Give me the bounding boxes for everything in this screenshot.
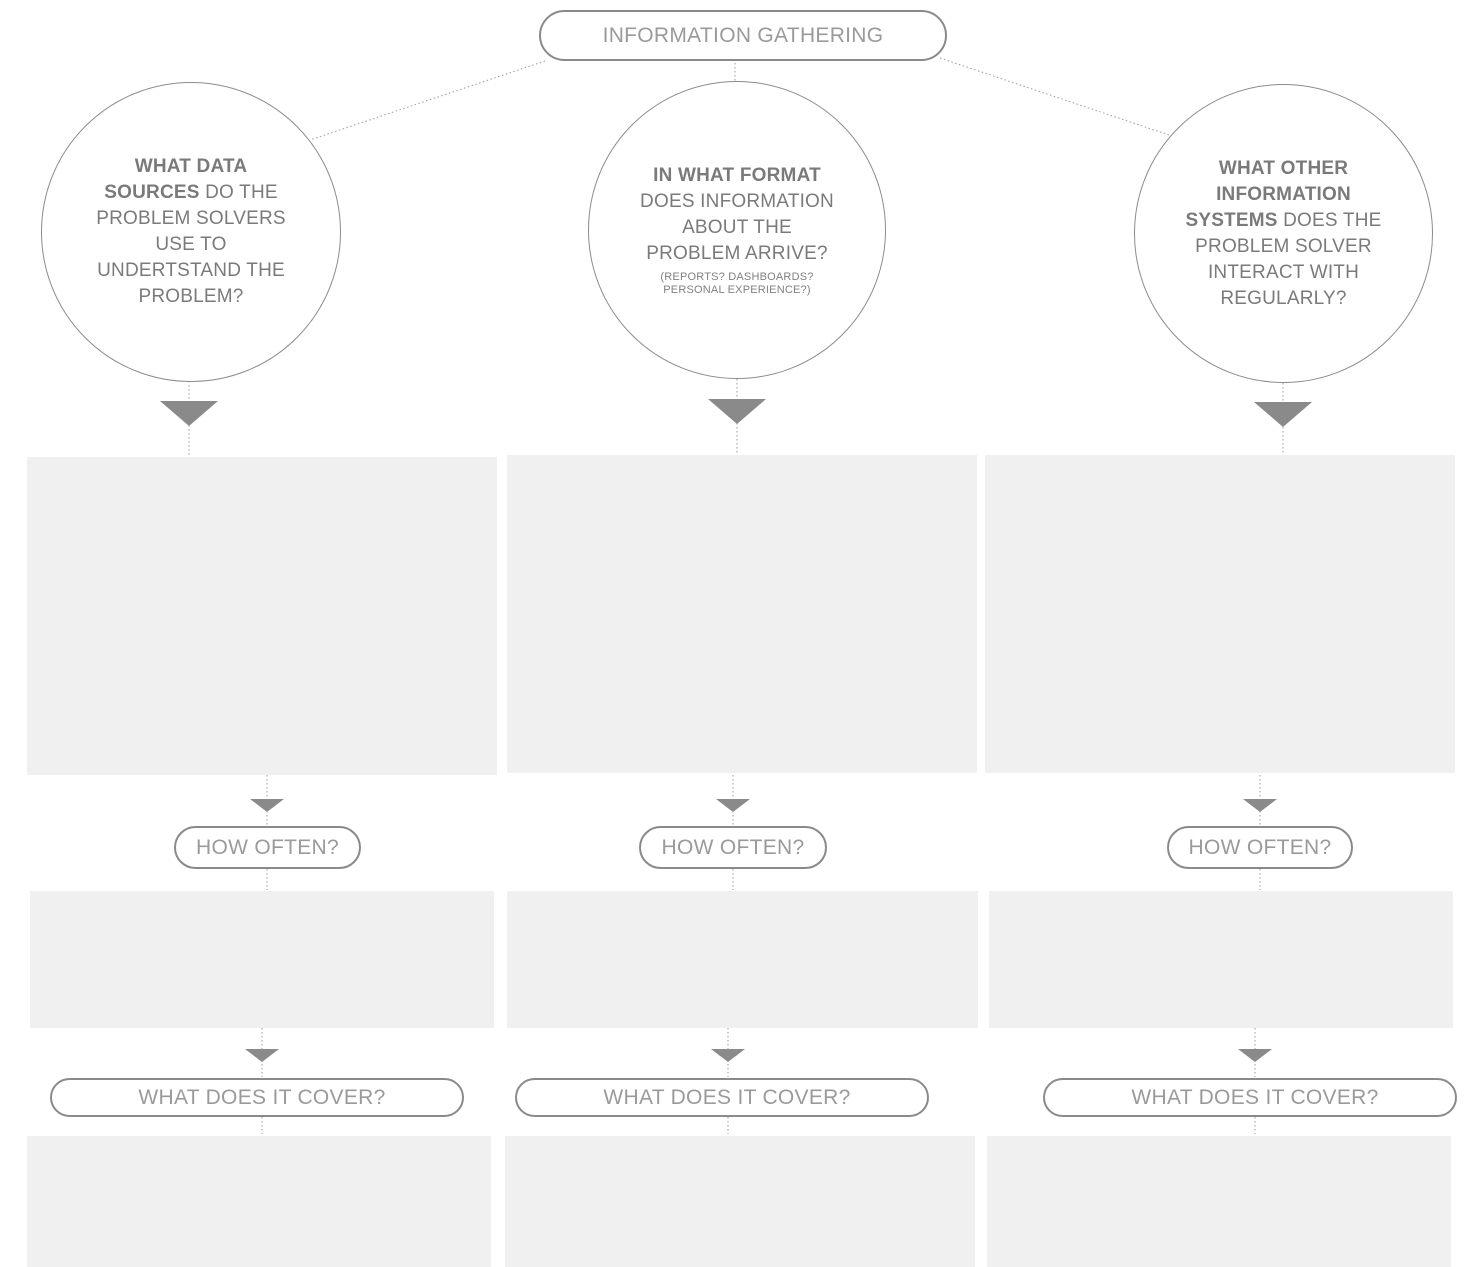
- coverage-box-1[interactable]: [27, 1136, 491, 1267]
- question-circle-other-systems: WHAT OTHER INFORMATION SYSTEMS DOES THE …: [1134, 84, 1433, 383]
- information-gathering-pill: INFORMATION GATHERING: [539, 10, 947, 61]
- question-1-line-3: PROBLEM SOLVERS: [96, 208, 286, 229]
- arrow-down-icon: [708, 399, 766, 424]
- how-often-label: HOW OFTEN?: [1188, 835, 1332, 859]
- question-1-line-2: DO THE: [199, 182, 278, 203]
- question-3-bold-systems: SYSTEMS: [1185, 209, 1278, 231]
- question-3-line-5: INTERACT WITH: [1207, 261, 1360, 283]
- how-often-label: HOW OFTEN?: [661, 835, 805, 859]
- question-3-line-4: PROBLEM SOLVER: [1195, 235, 1372, 257]
- question-3-line-1: WHAT OTHER: [1218, 157, 1349, 179]
- how-often-pill-1: HOW OFTEN?: [174, 826, 361, 869]
- question-2-line-1: IN WHAT FORMAT: [653, 165, 821, 186]
- information-gathering-label: INFORMATION GATHERING: [602, 23, 884, 47]
- question-circle-data-sources: WHAT DATA SOURCES DO THE PROBLEM SOLVERS…: [41, 82, 341, 382]
- connector-top-left: [309, 60, 546, 141]
- arrow-down-icon: [716, 799, 750, 812]
- question-1-line-1: WHAT DATA: [134, 156, 248, 177]
- how-often-pill-2: HOW OFTEN?: [639, 826, 827, 869]
- question-3-line-6: REGULARLY?: [1220, 287, 1347, 309]
- frequency-box-2[interactable]: [507, 891, 978, 1028]
- cover-label: WHAT DOES IT COVER?: [603, 1085, 851, 1109]
- question-2-line-3: ABOUT THE: [682, 217, 792, 238]
- question-circle-format: IN WHAT FORMAT DOES INFORMATION ABOUT TH…: [588, 81, 886, 379]
- question-2-line-2: DOES INFORMATION: [640, 191, 834, 212]
- connector-top-right: [939, 57, 1173, 137]
- question-1-bold-sources: SOURCES: [104, 182, 200, 203]
- question-3-line-3: DOES THE: [1277, 209, 1382, 231]
- arrow-down-icon: [245, 1049, 279, 1062]
- question-2-line-4: PROBLEM ARRIVE?: [646, 243, 828, 264]
- frequency-box-3[interactable]: [989, 891, 1453, 1028]
- cover-pill-2: WHAT DOES IT COVER?: [515, 1078, 929, 1117]
- arrow-down-icon: [250, 799, 284, 812]
- cover-label: WHAT DOES IT COVER?: [138, 1085, 386, 1109]
- cover-label: WHAT DOES IT COVER?: [1131, 1085, 1379, 1109]
- question-1-line-4: USE TO: [155, 234, 227, 255]
- coverage-box-3[interactable]: [987, 1136, 1451, 1267]
- arrow-down-icon: [1254, 402, 1312, 427]
- question-3-line-2: INFORMATION: [1216, 183, 1351, 205]
- arrow-down-icon: [1243, 799, 1277, 812]
- question-1-line-5: UNDERTSTAND THE: [97, 260, 285, 281]
- how-often-pill-3: HOW OFTEN?: [1167, 826, 1353, 869]
- question-2-note-2: PERSONAL EXPERIENCE?): [663, 284, 811, 296]
- coverage-box-2[interactable]: [505, 1136, 975, 1267]
- question-1-line-6: PROBLEM?: [138, 286, 244, 307]
- answer-box-data-sources[interactable]: [27, 457, 497, 775]
- arrow-down-icon: [160, 401, 218, 426]
- cover-pill-3: WHAT DOES IT COVER?: [1043, 1078, 1457, 1117]
- question-2-note-1: (REPORTS? DASHBOARDS?: [660, 271, 814, 283]
- frequency-box-1[interactable]: [30, 891, 494, 1028]
- arrow-down-icon: [1238, 1049, 1272, 1062]
- arrow-down-icon: [711, 1049, 745, 1062]
- cover-pill-1: WHAT DOES IT COVER?: [50, 1078, 464, 1117]
- how-often-label: HOW OFTEN?: [196, 835, 339, 859]
- answer-box-other-systems[interactable]: [985, 455, 1455, 773]
- answer-box-format[interactable]: [507, 455, 977, 773]
